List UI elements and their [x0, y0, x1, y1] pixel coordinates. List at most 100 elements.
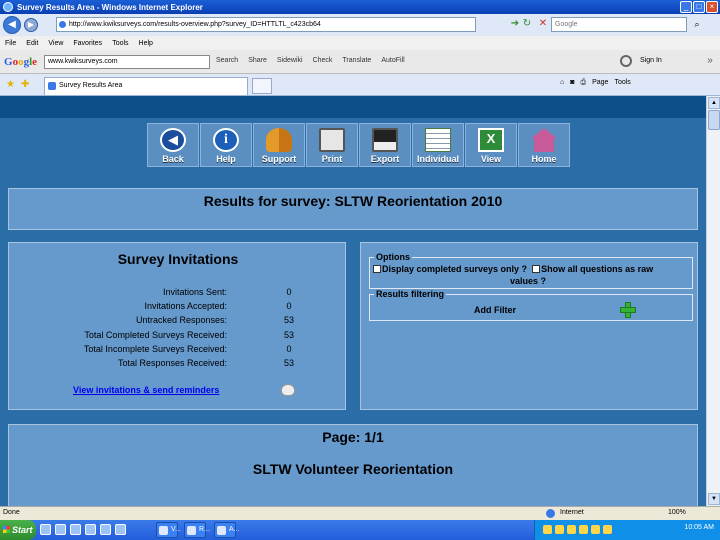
reminder-icon[interactable] — [281, 384, 295, 396]
survey-title: SLTW Volunteer Reorientation — [252, 461, 454, 477]
results-filtering-fieldset: Results filtering Add Filter — [369, 289, 693, 321]
page-content: ◀ Back i Help Support Print Export Indiv… — [0, 96, 706, 506]
forward-nav-button[interactable]: ▶ — [24, 18, 38, 32]
invitation-stats: Invitations Sent: 0 Invitations Accepted:… — [9, 287, 347, 372]
quicklaunch-icon[interactable] — [70, 524, 81, 535]
menu-view[interactable]: View — [48, 40, 63, 47]
stat-row: Invitations Accepted: 0 — [144, 301, 292, 312]
more-icon[interactable]: » — [704, 55, 716, 67]
google-autofill-button[interactable]: AutoFill — [381, 57, 404, 64]
home-button[interactable]: Home — [518, 123, 570, 167]
taskbar-item[interactable]: A... — [214, 522, 240, 538]
menu-file[interactable]: File — [5, 40, 16, 47]
add-filter-label[interactable]: Add Filter — [474, 305, 516, 315]
taskbar-item[interactable]: V... — [156, 522, 181, 538]
tray-icon[interactable] — [591, 525, 600, 534]
taskbar-item[interactable]: R... — [184, 522, 210, 538]
export-button[interactable]: Export — [359, 123, 411, 167]
scroll-down-icon[interactable]: ▼ — [708, 493, 720, 505]
menu-help[interactable]: Help — [139, 40, 153, 47]
stop-icon[interactable]: ✕ — [536, 17, 550, 31]
zoom-level[interactable]: 100% — [668, 509, 686, 516]
gear-icon[interactable] — [620, 55, 632, 67]
show-raw-checkbox[interactable] — [532, 265, 541, 273]
globe-icon — [546, 509, 555, 518]
search-input[interactable]: Google — [551, 17, 687, 32]
google-share-button[interactable]: Share — [248, 57, 267, 64]
stat-row: Total Responses Received: 53 — [117, 357, 294, 368]
favorites-star-icon[interactable]: ★ — [6, 79, 15, 90]
google-logo: Google — [4, 55, 38, 68]
view-button[interactable]: X View — [465, 123, 517, 167]
home-icon[interactable]: ⌂ — [560, 79, 564, 87]
maximize-button[interactable]: □ — [693, 1, 705, 13]
quicklaunch-icon[interactable] — [100, 524, 111, 535]
display-completed-label: Display completed surveys only ? — [382, 264, 528, 274]
view-invitations-link[interactable]: View invitations & send reminders — [73, 385, 219, 395]
tray-icon[interactable] — [603, 525, 612, 534]
quicklaunch-icon[interactable] — [55, 524, 66, 535]
system-tray: 10:05 AM — [534, 520, 720, 540]
people-icon — [266, 128, 292, 152]
windows-taskbar: Start V... R... A... 10:05 AM — [0, 520, 720, 540]
google-search-input[interactable]: www.kwiksurveys.com — [44, 55, 210, 69]
clock: 10:05 AM — [684, 524, 714, 531]
support-button[interactable]: Support — [253, 123, 305, 167]
back-arrow-icon: ◀ — [160, 128, 186, 152]
menu-tools[interactable]: Tools — [112, 40, 128, 47]
window-title: Survey Results Area - Windows Internet E… — [17, 2, 203, 12]
close-button[interactable]: × — [706, 1, 718, 13]
options-legend: Options — [374, 252, 412, 262]
menu-favorites[interactable]: Favorites — [73, 40, 102, 47]
quicklaunch-icon[interactable] — [115, 524, 126, 535]
google-check-button[interactable]: Check — [313, 57, 333, 64]
back-button[interactable]: ◀ Back — [147, 123, 199, 167]
google-search-button[interactable]: Search — [216, 57, 238, 64]
status-bar: Done Internet 100% — [0, 506, 720, 520]
display-completed-checkbox[interactable] — [373, 265, 381, 273]
menu-bar: File Edit View Favorites Tools Help — [0, 36, 720, 50]
stat-row: Total Incomplete Surveys Received: 0 — [83, 343, 292, 354]
help-button[interactable]: i Help — [200, 123, 252, 167]
url-input[interactable]: http://www.kwiksurveys.com/results-overv… — [56, 17, 476, 32]
tab-survey-results[interactable]: Survey Results Area — [44, 77, 248, 95]
scroll-up-icon[interactable]: ▲ — [708, 97, 720, 109]
quick-launch — [40, 524, 126, 535]
tray-icon[interactable] — [567, 525, 576, 534]
tray-icon[interactable] — [555, 525, 564, 534]
minimize-button[interactable]: _ — [680, 1, 692, 13]
tray-icon[interactable] — [579, 525, 588, 534]
printer-icon — [319, 128, 345, 152]
sheet-icon — [425, 128, 451, 152]
google-translate-button[interactable]: Translate — [342, 57, 371, 64]
house-icon — [531, 128, 557, 152]
tray-icon[interactable] — [543, 525, 552, 534]
refresh-icon[interactable]: ↻ — [520, 17, 534, 31]
results-title-panel: Results for survey: SLTW Reorientation 2… — [8, 188, 698, 230]
feeds-icon[interactable]: ◙ — [570, 79, 574, 87]
vertical-scrollbar[interactable]: ▲ ▼ — [706, 96, 720, 506]
individual-button[interactable]: Individual — [412, 123, 464, 167]
window-titlebar: Survey Results Area - Windows Internet E… — [0, 0, 720, 14]
add-filter-plus-icon[interactable] — [620, 302, 636, 318]
tools-menu[interactable]: Tools — [614, 79, 630, 87]
back-nav-button[interactable]: ◀ — [3, 16, 21, 34]
start-button[interactable]: Start — [0, 520, 36, 540]
new-tab-button[interactable] — [252, 78, 272, 94]
page-menu[interactable]: Page — [592, 79, 608, 87]
signin-link[interactable]: Sign In — [640, 57, 662, 64]
stat-row: Untracked Responses: 53 — [135, 315, 294, 326]
add-favorite-icon[interactable]: ✚ — [21, 79, 29, 90]
print-icon[interactable]: ⎙ — [580, 79, 586, 87]
quicklaunch-icon[interactable] — [85, 524, 96, 535]
print-button[interactable]: Print — [306, 123, 358, 167]
menu-edit[interactable]: Edit — [26, 40, 38, 47]
show-raw-label: Show all questions as raw — [541, 264, 654, 274]
command-bar: ⌂ ◙ ⎙ Page Tools — [560, 79, 631, 87]
google-sidewiki-button[interactable]: Sidewiki — [277, 57, 303, 64]
scroll-thumb[interactable] — [708, 110, 720, 130]
search-icon[interactable]: ⌕ — [690, 17, 704, 31]
address-bar: ◀ ▶ http://www.kwiksurveys.com/results-o… — [0, 14, 720, 36]
quicklaunch-icon[interactable] — [40, 524, 51, 535]
header-band — [0, 96, 706, 118]
